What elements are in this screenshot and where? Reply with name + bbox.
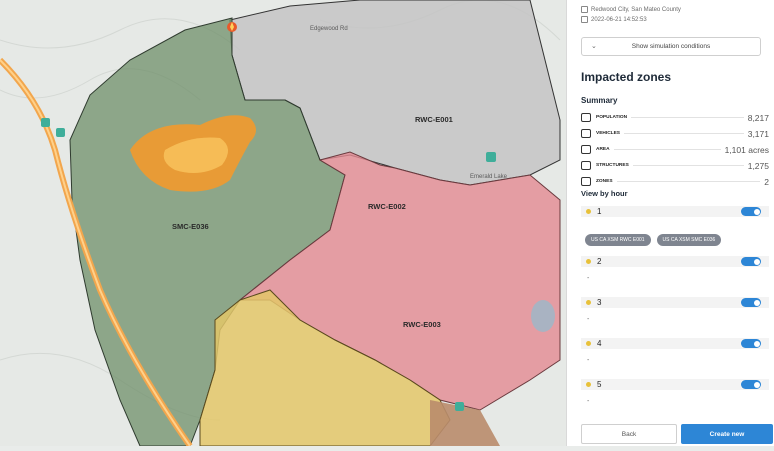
back-button-label: Back <box>621 430 637 438</box>
stat-vehicles: VEHICLES 3,171 <box>581 127 769 140</box>
hour-1-zone-chips: US CA XSM RWC E001 US CA XSM SMC E036 <box>581 228 769 252</box>
datetime-line: 2022-06-21 14:52:53 <box>581 16 647 23</box>
create-new-button-label: Create new <box>709 430 745 438</box>
map-marker-icon[interactable] <box>41 118 50 127</box>
view-by-hour-title: View by hour <box>581 189 628 198</box>
hour-dot <box>586 300 591 305</box>
area-icon <box>581 145 591 154</box>
location-place: Redwood City, San Mateo County <box>591 6 681 13</box>
people-icon <box>581 113 591 122</box>
hour-row-4[interactable]: 4 <box>581 338 769 349</box>
hour-2-detail: - <box>587 275 590 282</box>
chevron-down-icon: ⌄ <box>591 43 597 50</box>
map-marker-icon[interactable] <box>455 402 464 411</box>
zone-label-rwc-e001: RWC-E001 <box>415 115 453 124</box>
summary-title: Summary <box>581 96 618 105</box>
map-marker-icon[interactable] <box>56 128 65 137</box>
hour-dot <box>586 382 591 387</box>
simulation-button-label: Show simulation conditions <box>631 43 711 50</box>
fire-origin-icon[interactable] <box>227 22 237 32</box>
stat-zones: ZONES 2 <box>581 175 769 188</box>
stat-structures: STRUCTURES 1,275 <box>581 159 769 172</box>
location-datetime: 2022-06-21 14:52:53 <box>591 16 647 23</box>
lake-shape <box>531 300 555 332</box>
hour-row-1[interactable]: 1 <box>581 206 769 217</box>
zone-label-rwc-e003: RWC-E003 <box>403 320 441 329</box>
emerald-lake-poi-icon[interactable] <box>486 152 496 162</box>
hour-2-toggle[interactable] <box>741 257 761 266</box>
hour-row-2[interactable]: 2 <box>581 256 769 267</box>
stat-population: POPULATION 8,217 <box>581 111 769 124</box>
impacted-zones-title: Impacted zones <box>581 70 672 84</box>
hour-1-toggle[interactable] <box>741 207 761 216</box>
hour-4-toggle[interactable] <box>741 339 761 348</box>
building-icon <box>581 161 591 170</box>
hour-row-3[interactable]: 3 <box>581 297 769 308</box>
map-view[interactable]: Edgewood Rd Emerald Lake RWC-E001 RWC-E0… <box>0 0 566 448</box>
zone-chip[interactable]: US CA XSM SMC E036 <box>656 234 722 246</box>
person-icon <box>581 6 588 13</box>
side-panel: Redwood City, San Mateo County 2022-06-2… <box>566 0 774 446</box>
create-new-button[interactable]: Create new <box>681 424 773 444</box>
zone-chip[interactable]: US CA XSM RWC E001 <box>585 234 651 246</box>
stat-area: AREA 1,101 acres <box>581 143 769 156</box>
car-icon <box>581 129 591 138</box>
hour-4-detail: - <box>587 357 590 364</box>
hour-3-toggle[interactable] <box>741 298 761 307</box>
calendar-icon <box>581 16 588 23</box>
hour-5-toggle[interactable] <box>741 380 761 389</box>
show-simulation-conditions-button[interactable]: ⌄ Show simulation conditions <box>581 37 761 56</box>
hour-row-5[interactable]: 5 <box>581 379 769 390</box>
location-line: Redwood City, San Mateo County <box>581 6 681 13</box>
emerald-lake-label: Emerald Lake <box>470 174 508 180</box>
hour-dot <box>586 209 591 214</box>
hour-5-detail: - <box>587 398 590 405</box>
back-button[interactable]: Back <box>581 424 677 444</box>
zones-icon <box>581 177 591 186</box>
map-canvas[interactable]: Edgewood Rd Emerald Lake RWC-E001 RWC-E0… <box>0 0 566 448</box>
zone-label-rwc-e002: RWC-E002 <box>368 202 406 211</box>
hour-dot <box>586 259 591 264</box>
zone-label-smc-e036: SMC-E036 <box>172 222 209 231</box>
street-label: Edgewood Rd <box>310 26 348 32</box>
hour-3-detail: - <box>587 316 590 323</box>
hour-dot <box>586 341 591 346</box>
